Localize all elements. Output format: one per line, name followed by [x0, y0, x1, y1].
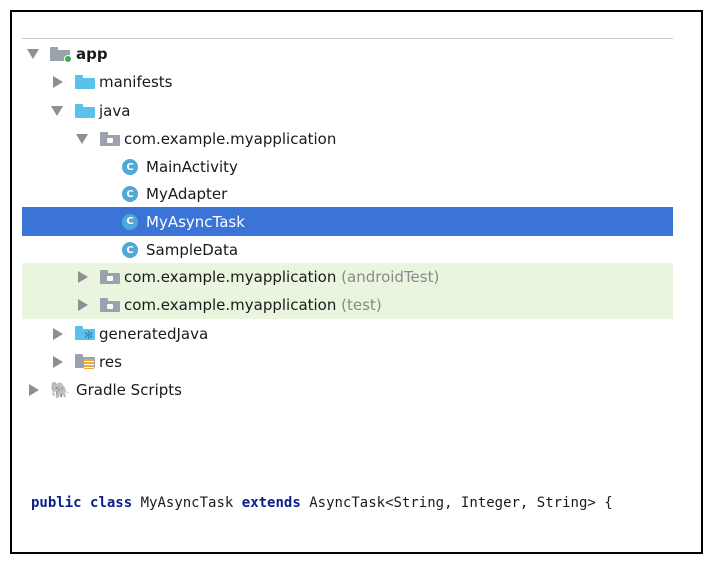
package-icon: [100, 132, 120, 146]
tree-item-label: java: [99, 102, 131, 120]
tree-item-label: MainActivity: [146, 158, 238, 176]
panel-top-border: [22, 38, 673, 39]
keyword: extends: [241, 495, 301, 511]
tree-item-package-test[interactable]: com.example.myapplication (test): [22, 291, 673, 319]
tree-item-gradle-scripts[interactable]: 🐘 Gradle Scripts: [22, 376, 673, 404]
keyword: class: [90, 495, 133, 511]
tree-item-label: com.example.myapplication: [124, 296, 337, 314]
chevron-right-icon[interactable]: [78, 271, 88, 283]
package-icon: [100, 298, 120, 312]
class-icon: C: [122, 242, 138, 258]
tree-item-label: MyAsyncTask: [146, 212, 245, 231]
gradle-elephant-icon: 🐘: [50, 380, 70, 400]
package-icon: [100, 270, 120, 284]
source-set-suffix: (test): [341, 296, 382, 314]
class-name: MyAsyncTask: [140, 495, 234, 511]
code-line: public class MyAsyncTask extends AsyncTa…: [31, 495, 613, 511]
tree-item-label: Gradle Scripts: [76, 381, 182, 399]
source-set-suffix: (androidTest): [341, 268, 440, 286]
tree-item-label: generatedJava: [99, 325, 209, 343]
resources-folder-icon: [75, 354, 95, 370]
class-icon: C: [122, 213, 138, 230]
tree-item-generated-java[interactable]: ✻ generatedJava: [22, 320, 673, 348]
chevron-right-icon[interactable]: [53, 76, 63, 88]
tree-item-app[interactable]: app: [22, 40, 673, 68]
chevron-right-icon[interactable]: [29, 384, 39, 396]
chevron-down-icon[interactable]: [27, 49, 39, 59]
keyword: public: [31, 495, 82, 511]
chevron-down-icon[interactable]: [51, 106, 63, 116]
tree-item-label: res: [99, 353, 122, 371]
chevron-right-icon[interactable]: [53, 328, 63, 340]
tree-item-class[interactable]: C SampleData: [22, 236, 673, 264]
tree-item-label: com.example.myapplication: [124, 268, 337, 286]
tree-item-class-selected[interactable]: C MyAsyncTask: [22, 207, 673, 236]
tree-item-label: com.example.myapplication: [124, 130, 337, 148]
tree-item-class[interactable]: C MainActivity: [22, 153, 673, 181]
tree-item-label: MyAdapter: [146, 185, 228, 203]
chevron-right-icon[interactable]: [53, 356, 63, 368]
tree-item-class[interactable]: C MyAdapter: [22, 180, 673, 208]
tree-item-res[interactable]: res: [22, 348, 673, 376]
module-folder-icon: [50, 45, 72, 63]
folder-icon: [75, 104, 95, 118]
class-icon: C: [122, 186, 138, 202]
tree-item-package-main[interactable]: com.example.myapplication: [22, 125, 673, 153]
superclass: AsyncTask<String, Integer, String> {: [309, 495, 613, 511]
chevron-down-icon[interactable]: [76, 134, 88, 144]
tree-item-java[interactable]: java: [22, 97, 673, 125]
chevron-right-icon[interactable]: [78, 299, 88, 311]
tree-item-manifests[interactable]: manifests: [22, 68, 673, 96]
tree-item-label: app: [76, 45, 108, 63]
tree-item-label: SampleData: [146, 241, 239, 259]
tree-item-package-android-test[interactable]: com.example.myapplication (androidTest): [22, 263, 673, 291]
tree-item-label: manifests: [99, 73, 173, 91]
folder-icon: [75, 75, 95, 89]
generated-folder-icon: ✻: [75, 326, 95, 342]
class-icon: C: [122, 159, 138, 175]
